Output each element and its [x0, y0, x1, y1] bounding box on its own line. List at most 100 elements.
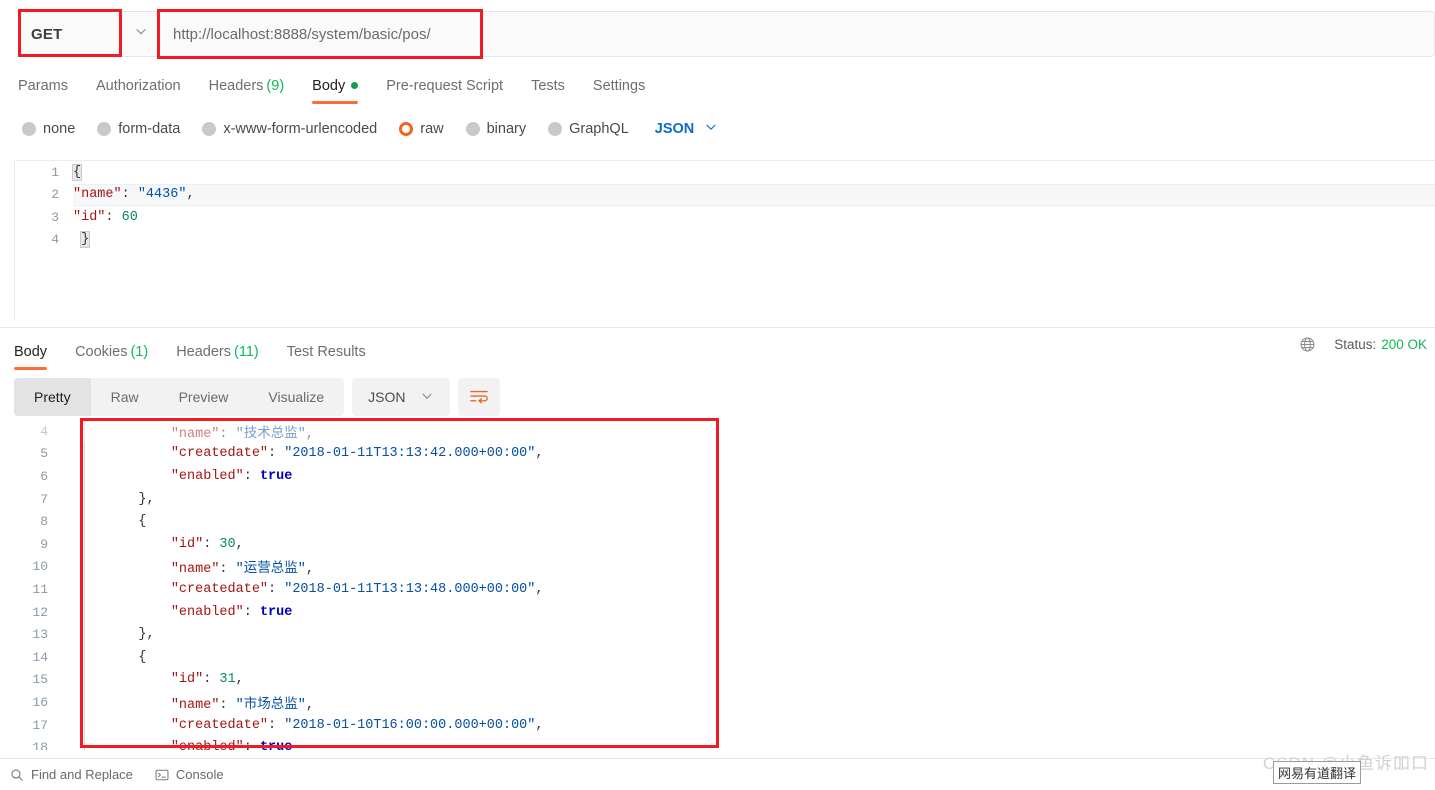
console-icon — [155, 768, 169, 782]
code-token: "市场总监" — [235, 697, 306, 713]
code-token: , — [305, 697, 314, 713]
body-type-binary[interactable]: binary — [465, 121, 526, 137]
http-method-select[interactable]: GET — [18, 11, 158, 57]
code-text: "id": 30, — [106, 537, 244, 552]
tab-label: Settings — [592, 78, 646, 94]
indent-guide — [84, 442, 106, 466]
body-type-none[interactable]: none — [22, 121, 75, 137]
response-tab-test-results[interactable]: Test Results — [287, 344, 366, 370]
tab-label: Body — [14, 344, 48, 360]
code-token: "技术总监" — [235, 426, 306, 442]
request-tab-settings[interactable]: Settings — [593, 78, 645, 104]
radio-icon[interactable] — [399, 122, 414, 136]
body-type-label: form-data — [118, 121, 181, 137]
tab-label: Headers — [176, 344, 231, 360]
body-present-indicator-icon — [351, 82, 359, 89]
indent-guide — [84, 600, 106, 624]
chevron-down-icon[interactable] — [134, 25, 148, 44]
line-number: 3 — [51, 209, 59, 225]
request-tab-body[interactable]: Body — [312, 78, 359, 104]
code-token: : — [268, 446, 285, 462]
code-token: true — [259, 740, 293, 750]
response-view-modes: Pretty Raw Preview Visualize — [14, 378, 345, 416]
request-tab-headers[interactable]: Headers (9) — [209, 78, 285, 104]
code-token: } — [138, 627, 147, 643]
code-token: , — [146, 491, 155, 507]
line-number: 6 — [40, 468, 48, 484]
view-mode-preview[interactable]: Preview — [159, 378, 249, 416]
request-tab-params[interactable]: Params — [18, 78, 68, 104]
response-tab-body[interactable]: Body — [14, 344, 48, 370]
response-tab-cookies[interactable]: Cookies (1) — [75, 344, 148, 370]
code-line: 11 "createdate": "2018-01-11T13:13:48.00… — [0, 578, 1435, 601]
chevron-down-icon[interactable] — [420, 389, 434, 406]
radio-icon[interactable] — [202, 122, 217, 136]
radio-icon[interactable] — [22, 122, 36, 136]
code-token: { — [138, 649, 147, 665]
indent-guide — [84, 623, 106, 646]
body-format-select[interactable]: JSON — [655, 120, 719, 138]
code-token: : — [121, 187, 130, 203]
code-token: , — [235, 536, 244, 552]
code-token: : — [243, 468, 260, 484]
response-tab-headers[interactable]: Headers (11) — [176, 344, 259, 370]
body-type-graphql[interactable]: GraphQL — [548, 121, 629, 137]
radio-icon[interactable] — [548, 122, 563, 136]
tab-label: Cookies — [75, 344, 128, 360]
radio-icon[interactable] — [97, 122, 112, 136]
code-token: : — [203, 536, 220, 552]
body-type-options: none form-data x-www-form-urlencoded raw bin… — [0, 112, 1435, 146]
code-text: "createdate": "2018-01-11T13:13:48.000+0… — [106, 582, 544, 597]
request-body-editor[interactable]: 1{2 "name": "4436", 3 "id": 60 4 } — [14, 160, 1435, 320]
code-token: 60 — [121, 209, 138, 225]
code-line: 7 }, — [0, 487, 1435, 511]
request-tab-pre-request-script[interactable]: Pre-request Script — [386, 78, 503, 104]
body-type-form-data[interactable]: form-data — [97, 121, 180, 137]
http-method-label: GET — [31, 25, 63, 43]
line-number: 4 — [51, 232, 59, 248]
indent-guide — [84, 487, 106, 511]
code-token: : — [105, 209, 114, 225]
line-number: 10 — [32, 559, 48, 575]
indent-guide — [84, 691, 106, 714]
code-line: 12 "enabled": true — [0, 600, 1435, 624]
code-line: 3 "id": 60 — [15, 206, 1435, 229]
view-mode-raw[interactable]: Raw — [91, 378, 159, 416]
code-token: , — [305, 562, 314, 578]
code-line: 4 "name": "技术总监", — [0, 420, 1435, 443]
url-text: http://localhost:8888/system/basic/pos/ — [173, 25, 431, 43]
wrap-lines-icon[interactable] — [457, 378, 500, 416]
body-type-raw[interactable]: raw — [399, 121, 444, 137]
body-type-label: x-www-form-urlencoded — [223, 121, 378, 137]
chevron-down-icon[interactable] — [704, 120, 718, 138]
code-token: "createdate" — [170, 581, 269, 597]
find-and-replace-button[interactable]: Find and Replace — [10, 767, 133, 782]
view-mode-pretty[interactable]: Pretty — [14, 378, 91, 416]
code-text: "name": "运营总监", — [106, 556, 314, 577]
radio-icon[interactable] — [465, 122, 480, 136]
code-token: "createdate" — [170, 717, 269, 733]
console-label: Console — [175, 767, 224, 782]
console-button[interactable]: Console — [155, 767, 224, 782]
code-token: "createdate" — [170, 446, 269, 462]
url-input[interactable]: http://localhost:8888/system/basic/pos/ — [158, 11, 1435, 57]
request-tab-tests[interactable]: Tests — [531, 78, 565, 104]
view-mode-visualize[interactable]: Visualize — [248, 378, 344, 416]
code-line: 16 "name": "市场总监", — [0, 691, 1435, 714]
body-type-label: GraphQL — [569, 121, 629, 137]
code-token: : — [268, 581, 285, 597]
code-line: 17 "createdate": "2018-01-10T16:00:00.00… — [0, 713, 1435, 737]
code-text: "name": "技术总监", — [106, 421, 314, 442]
tab-label: Tests — [531, 78, 565, 94]
find-and-replace-label: Find and Replace — [31, 767, 133, 782]
code-line: 14 { — [0, 645, 1435, 669]
code-line: 10 "name": "运营总监", — [0, 555, 1435, 579]
response-format-select[interactable]: JSON — [352, 378, 450, 416]
body-type-x-www-form-urlencoded[interactable]: x-www-form-urlencoded — [202, 121, 377, 137]
response-body-viewer[interactable]: 4 "name": "技术总监", 5 "createdate": "2018-0… — [0, 420, 1435, 750]
request-tab-authorization[interactable]: Authorization — [96, 78, 181, 104]
